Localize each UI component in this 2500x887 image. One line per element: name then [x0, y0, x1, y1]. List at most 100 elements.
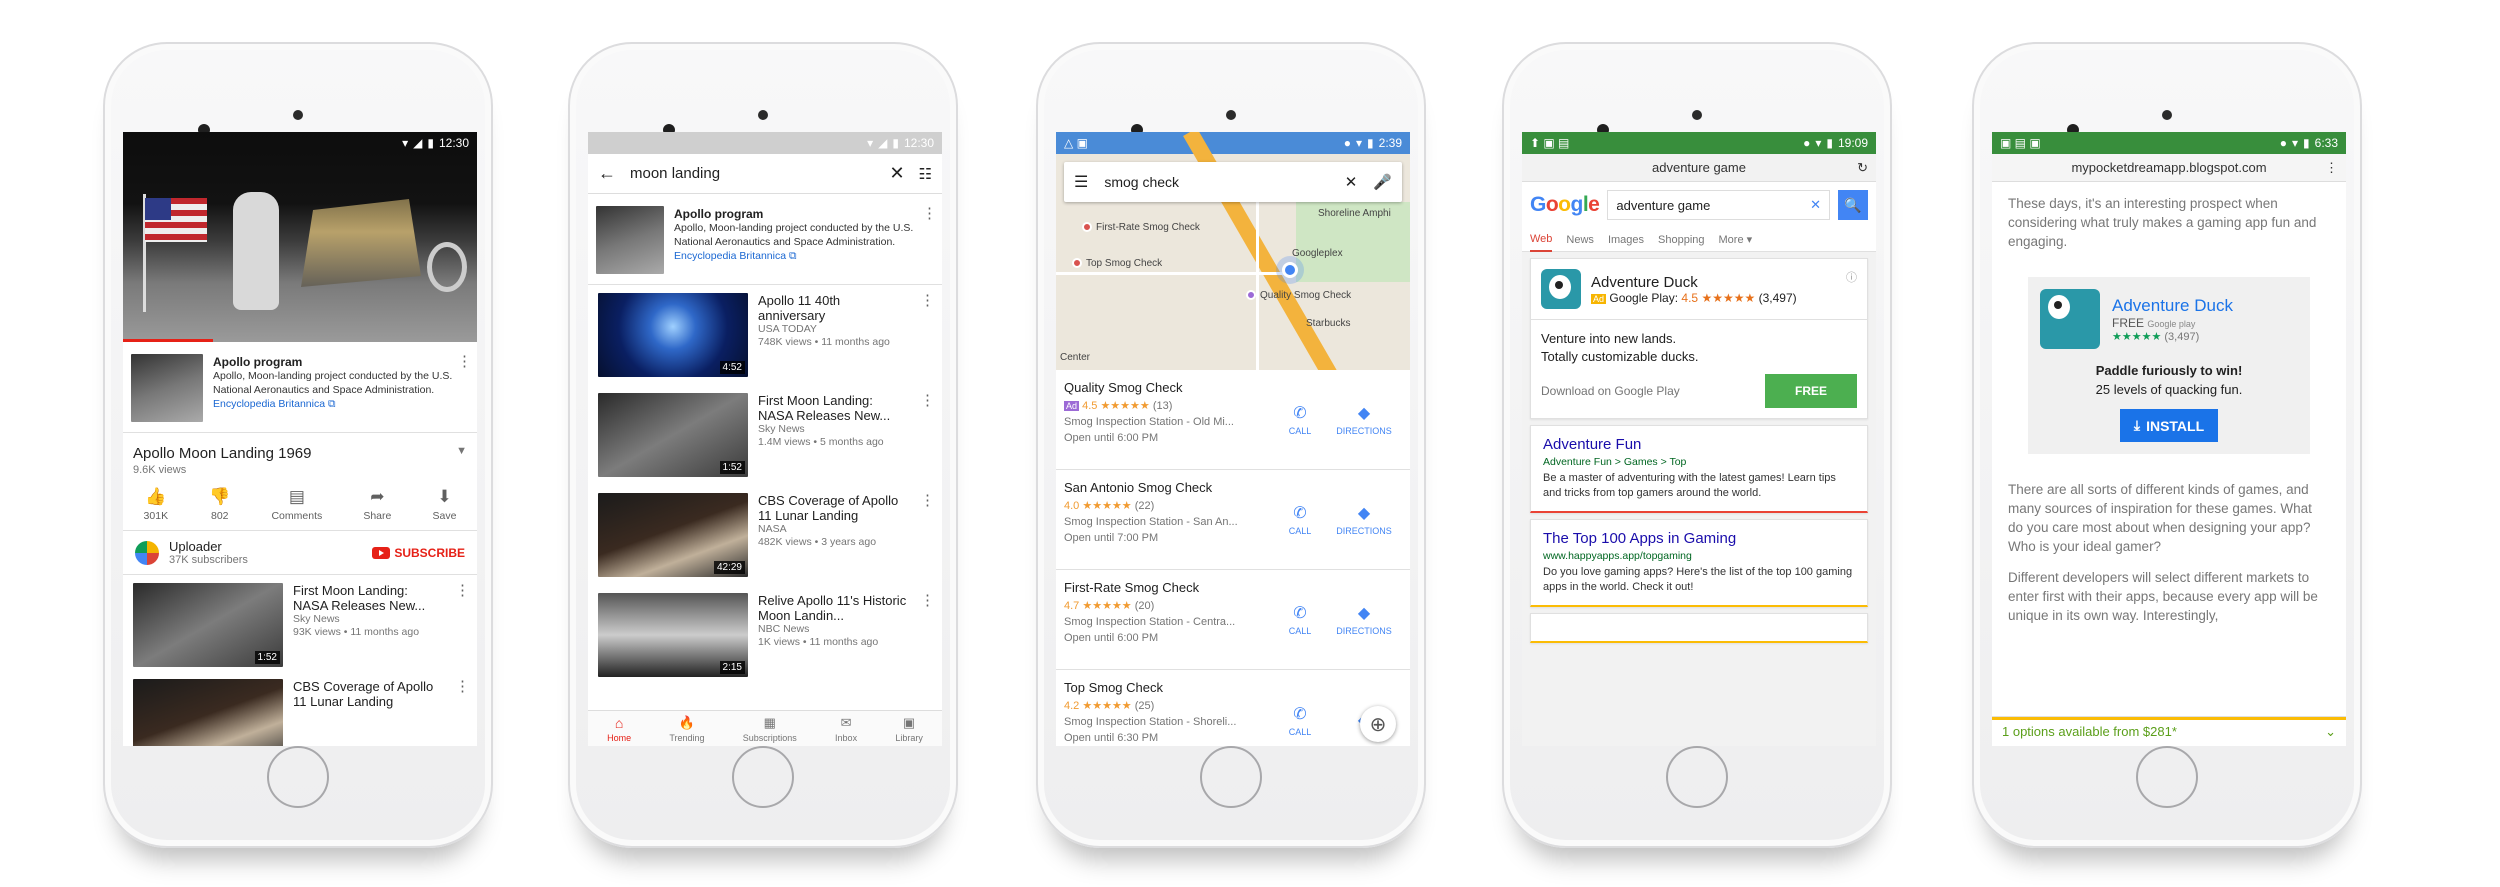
search-button[interactable]: 🔍 [1838, 190, 1868, 220]
more-icon[interactable]: ⋮ [920, 393, 935, 477]
free-button[interactable]: FREE [1764, 374, 1857, 408]
map-search-box[interactable]: ☰ smog check ✕ 🎤 [1064, 162, 1402, 202]
nav-trending[interactable]: 🔥 Trending [669, 715, 704, 743]
search-input[interactable]: adventure game ✕ [1607, 190, 1830, 220]
comments-button[interactable]: ▤ Comments [271, 488, 322, 523]
search-input[interactable]: smog check [1104, 174, 1328, 190]
home-button[interactable] [267, 746, 329, 808]
video-progress-bar[interactable] [123, 339, 213, 342]
app-name[interactable]: Adventure Duck [2112, 296, 2233, 316]
nav-inbox[interactable]: ✉ Inbox [835, 715, 857, 743]
map-label: First-Rate Smog Check [1096, 222, 1200, 233]
place-result[interactable]: San Antonio Smog Check 4.0 ★★★★★ (22) Sm… [1056, 470, 1410, 570]
phone-maps: △ ▣ ● ▾ ▮ 2:39 ☰ smog check ✕ 🎤 First-Rate S… [1036, 42, 1426, 848]
call-button[interactable]: ✆ CALL [1274, 380, 1326, 459]
directions-button[interactable]: ◆ DIRECTIONS [1326, 380, 1402, 459]
video-thumbnail: 2:15 [598, 593, 748, 677]
more-icon[interactable]: ⋮ [920, 493, 935, 577]
video-player[interactable]: ▾ ◢ ▮ 12:30 [123, 132, 477, 342]
related-video[interactable]: 1:52 First Moon Landing: NASA Releases N… [123, 575, 477, 675]
map-pin[interactable] [1246, 290, 1256, 300]
place-result[interactable]: First-Rate Smog Check 4.7 ★★★★★ (20) Smo… [1056, 570, 1410, 670]
home-button[interactable] [1666, 746, 1728, 808]
search-result-partial[interactable] [1530, 613, 1868, 643]
more-icon[interactable]: ⋮ [920, 293, 935, 377]
more-icon[interactable]: ⋮ [457, 354, 472, 369]
menu-icon[interactable]: ⋮ [2325, 160, 2338, 176]
share-button[interactable]: ➦ Share [363, 488, 391, 523]
uploader-name[interactable]: Uploader [169, 539, 248, 554]
chevron-down-icon[interactable]: ⌄ [2325, 724, 2336, 740]
app-ad-card[interactable]: Adventure Duck Ad Google Play: 4.5 ★★★★★… [1530, 258, 1868, 419]
more-icon[interactable]: ⋮ [920, 593, 935, 677]
save-button[interactable]: ⬇ Save [432, 488, 456, 523]
action-bar: 👍 301K 👎 802 ▤ Comments ➦ Share ⬇ Save [123, 482, 477, 531]
more-icon[interactable]: ⋮ [922, 206, 937, 221]
tab-images[interactable]: Images [1608, 234, 1644, 246]
call-button[interactable]: ✆ CALL [1274, 580, 1326, 659]
more-icon[interactable]: ⋮ [455, 583, 470, 667]
expand-icon[interactable]: ▼ [456, 445, 467, 462]
reload-icon[interactable]: ↻ [1857, 160, 1868, 176]
call-button[interactable]: ✆ CALL [1274, 480, 1326, 559]
info-panel[interactable]: Apollo program ⋮ Apollo, Moon-landing pro… [588, 194, 942, 285]
avatar[interactable] [135, 540, 159, 565]
like-button[interactable]: 👍 301K [144, 488, 169, 523]
home-button[interactable] [1200, 746, 1262, 808]
url-bar[interactable]: mypocketdreamapp.blogspot.com ⋮ [1992, 154, 2346, 182]
home-button[interactable] [2136, 746, 2198, 808]
more-icon[interactable]: ⋮ [455, 679, 470, 746]
video-title-row[interactable]: Apollo Moon Landing 1969 ▼ [123, 433, 477, 464]
panel-source-link[interactable]: Encyclopedia Britannica [213, 398, 325, 410]
info-icon[interactable]: ⓘ [1846, 269, 1857, 285]
info-panel[interactable]: Apollo program ⋮ Apollo, Moon-landing pro… [123, 342, 477, 433]
close-icon[interactable]: ✕ [1345, 173, 1358, 191]
video-views: 9.6K views [133, 464, 187, 476]
nav-home[interactable]: ⌂ Home [607, 715, 631, 743]
search-result[interactable]: 42:29 CBS Coverage of Apollo 11 Lunar La… [588, 485, 942, 585]
result-title[interactable]: The Top 100 Apps in Gaming [1543, 530, 1855, 547]
subscribe-button[interactable]: SUBSCRIBE [372, 546, 465, 560]
panel-source-link[interactable]: Encyclopedia Britannica [674, 250, 786, 262]
zoom-in-button[interactable]: ⊕ [1360, 706, 1396, 742]
install-button[interactable]: ⤓ INSTALL [2119, 409, 2219, 442]
dislike-button[interactable]: 👎 802 [209, 488, 230, 523]
tab-web[interactable]: Web [1530, 228, 1553, 252]
google-logo[interactable]: Google [1530, 193, 1600, 217]
menu-icon[interactable]: ☰ [1074, 172, 1088, 192]
search-result[interactable]: 2:15 Relive Apollo 11's Historic Moon La… [588, 585, 942, 685]
map-pin[interactable] [1072, 258, 1082, 268]
search-result[interactable]: 1:52 First Moon Landing: NASA Releases N… [588, 385, 942, 485]
directions-button[interactable]: ◆ DIRECTIONS [1326, 480, 1402, 559]
shopping-footer[interactable]: 1 options available from $281* ⌄ [1992, 716, 2346, 746]
filter-icon[interactable]: ☷ [919, 165, 932, 183]
nav-subscriptions[interactable]: ▦ Subscriptions [743, 715, 797, 743]
map-view[interactable]: △ ▣ ● ▾ ▮ 2:39 ☰ smog check ✕ 🎤 First-Rate S… [1056, 132, 1410, 370]
video-title: First Moon Landing: NASA Releases New... [758, 393, 891, 423]
in-article-ad[interactable]: Adventure Duck FREE Google play ★★★★★ (3… [2028, 277, 2310, 454]
search-input[interactable]: moon landing [630, 165, 875, 182]
place-result[interactable]: Top Smog Check 4.2 ★★★★★ (25) Smog Inspe… [1056, 670, 1410, 746]
map-pin[interactable] [1082, 222, 1092, 232]
mic-icon[interactable]: 🎤 [1373, 173, 1392, 191]
tab-more[interactable]: More ▾ [1719, 233, 1753, 246]
duration-badge: 1:52 [254, 651, 280, 664]
call-button[interactable]: ✆ CALL [1274, 680, 1326, 746]
phone-speaker [293, 110, 303, 120]
related-video[interactable]: CBS Coverage of Apollo 11 Lunar Landing … [123, 675, 477, 746]
phone-youtube-search: ▾ ◢ ▮ 12:30 ← moon landing ✕ ☷ Apollo progr… [568, 42, 958, 848]
place-result[interactable]: Quality Smog Check Ad 4.5 ★★★★★ (13) Smo… [1056, 370, 1410, 470]
clear-icon[interactable]: ✕ [1810, 197, 1821, 213]
back-arrow-icon[interactable]: ← [598, 163, 616, 184]
home-button[interactable] [732, 746, 794, 808]
close-icon[interactable]: ✕ [889, 163, 904, 184]
tab-shopping[interactable]: Shopping [1658, 234, 1705, 246]
search-result[interactable]: Adventure Fun Adventure Fun > Games > To… [1530, 425, 1868, 513]
search-result[interactable]: The Top 100 Apps in Gaming www.happyapps… [1530, 519, 1868, 607]
tab-news[interactable]: News [1566, 234, 1594, 246]
directions-button[interactable]: ◆ DIRECTIONS [1326, 580, 1402, 659]
nav-library[interactable]: ▣ Library [895, 715, 923, 743]
search-result[interactable]: 4:52 Apollo 11 40th anniversary USA TODAY… [588, 285, 942, 385]
url-bar[interactable]: adventure game ↻ [1522, 154, 1876, 182]
result-title[interactable]: Adventure Fun [1543, 436, 1855, 453]
